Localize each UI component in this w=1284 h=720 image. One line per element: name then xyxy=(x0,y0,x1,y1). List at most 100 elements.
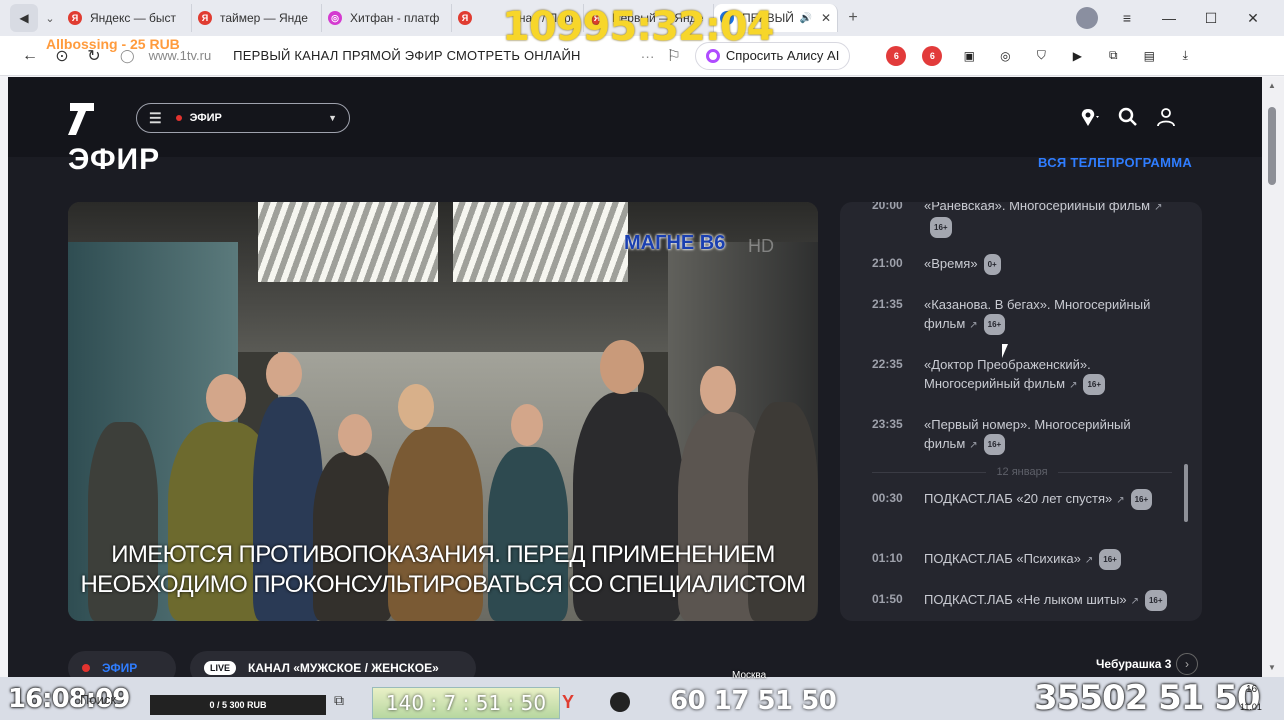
user-icon[interactable] xyxy=(1156,107,1176,127)
scroll-down-icon[interactable]: ▼ xyxy=(1268,663,1276,672)
separator-line xyxy=(872,471,987,473)
external-link-icon[interactable]: ↗ xyxy=(1131,596,1139,607)
schedule-item[interactable]: 20:00 «Раневская». Многосерийный фильм ↗ 1… xyxy=(872,202,1182,238)
system-time[interactable]: 16 xyxy=(1246,684,1257,695)
hd-mark: HD xyxy=(748,236,774,256)
scrollbar-thumb[interactable] xyxy=(1268,107,1276,185)
donation-progress-bar: 0 / 5 300 RUB xyxy=(150,695,326,715)
schedule-scrollbar[interactable] xyxy=(1184,464,1188,522)
scroll-up-icon[interactable]: ▲ xyxy=(1268,81,1276,90)
extension-badge-icon[interactable]: 6 xyxy=(886,45,907,66)
schedule-item[interactable]: 21:35 «Казанова. В бегах». Многосерийный… xyxy=(872,295,1182,335)
video-extension-icon[interactable]: ▶ xyxy=(1064,43,1090,69)
video-person-head xyxy=(511,404,543,446)
schedule-item[interactable]: 22:35 «Доктор Преображенский». Многосери… xyxy=(872,355,1182,395)
full-schedule-link[interactable]: ВСЯ ТЕЛЕПРОГРАММА xyxy=(1038,155,1192,170)
menu-icon[interactable]: ≡ xyxy=(1106,10,1148,26)
maximize-icon[interactable]: ☐ xyxy=(1190,10,1232,27)
taskbar-search[interactable]: Поиск xyxy=(80,692,116,707)
schedule-title: «Первый номер». Многосерийный фильм xyxy=(924,417,1131,451)
mouse-cursor-icon xyxy=(1002,344,1014,358)
schedule-item[interactable]: 21:00 «Время» 0+ xyxy=(872,254,1182,275)
task-view-icon[interactable]: ⧉ xyxy=(334,692,344,709)
page-scrollbar[interactable]: ▲ ▼ xyxy=(1262,77,1284,677)
section-title: ЭФИР xyxy=(68,143,161,176)
tab-label: Яндекс — быст xyxy=(90,11,177,25)
schedule-time: 23:35 xyxy=(872,417,903,431)
efir-tab-label: ЭФИР xyxy=(102,661,138,675)
efir-channel-tab[interactable]: ЭФИР xyxy=(68,651,176,677)
system-date[interactable]: 11.01 xyxy=(1240,702,1262,712)
tab-audio-icon[interactable]: ◀ xyxy=(10,4,38,32)
external-link-icon[interactable]: ↗ xyxy=(1069,380,1077,391)
stream-timer-overlay: 10995:32:04 xyxy=(502,4,774,50)
ad-disclaimer-line: ИМЕЮТСЯ ПРОТИВОПОКАЗАНИЯ. ПЕРЕД ПРИМЕНЕН… xyxy=(111,541,775,568)
live-dot-icon xyxy=(82,664,90,672)
external-link-icon[interactable]: ↗ xyxy=(969,440,977,451)
close-tab-icon[interactable]: ✕ xyxy=(821,11,831,25)
schedule-time: 21:35 xyxy=(872,297,903,311)
close-window-icon[interactable]: ✕ xyxy=(1232,10,1274,27)
age-rating-badge: 16+ xyxy=(1099,549,1121,570)
tab-list-chevron-icon[interactable]: ⌄ xyxy=(38,4,62,32)
age-rating-badge: 16+ xyxy=(1083,374,1106,395)
schedule-time: 00:30 xyxy=(872,491,903,505)
live-dot-icon xyxy=(175,115,182,121)
city-label: Москва xyxy=(732,670,767,681)
schedule-item[interactable]: 23:35 «Первый номер». Многосерийный филь… xyxy=(872,415,1182,455)
donation-overlay: Allbossing - 25 RUB xyxy=(46,36,180,52)
sync-extension-icon[interactable]: ◎ xyxy=(992,43,1018,69)
schedule-time: 01:10 xyxy=(872,551,903,565)
external-link-icon[interactable]: ↗ xyxy=(1116,495,1124,506)
extension-badge-icon[interactable]: 6 xyxy=(922,45,943,66)
profile-avatar[interactable] xyxy=(1076,7,1098,29)
video-person-head xyxy=(398,384,434,430)
browser-tab[interactable]: ◎ Хитфан - платф xyxy=(322,4,452,32)
schedule-panel[interactable]: 20:00 «Раневская». Многосерийный фильм ↗1… xyxy=(840,202,1202,621)
search-icon[interactable] xyxy=(1118,107,1138,127)
live-video-player[interactable]: МАГНЕ В6 HD ИМЕЮТСЯ ПРОТИВОПОКАЗАНИЯ. ПЕ… xyxy=(68,202,818,621)
video-scene-light xyxy=(258,202,438,282)
age-rating-badge: 16+ xyxy=(930,217,952,238)
schedule-item[interactable]: 01:50 ПОДКАСТ.ЛАБ «Не лыком шиты» ↗ 16+ xyxy=(872,590,1182,611)
external-link-icon[interactable]: ↗ xyxy=(1154,202,1162,213)
schedule-item[interactable]: 00:30 ПОДКАСТ.ЛАБ «20 лет спустя» ↗ 16+ xyxy=(872,489,1182,510)
speaker-icon[interactable]: 🔊 xyxy=(800,13,812,24)
shield-icon[interactable]: ⛉ xyxy=(1028,43,1054,69)
back-arrow-icon[interactable]: ← xyxy=(14,40,46,72)
extensions-puzzle-icon[interactable]: ⧉ xyxy=(1100,43,1126,69)
channel-one-logo-icon[interactable] xyxy=(66,99,98,137)
channel-one-page: ☰ ЭФИР ▼ ЭФИР ВСЯ ТЕЛЕПРОГРАММА МАГНЕ В6… xyxy=(8,77,1262,677)
download-icon[interactable]: ⤓ xyxy=(1172,43,1198,69)
yandex-browser-icon[interactable]: Y xyxy=(562,692,574,713)
window-controls: ≡ — ☐ ✕ xyxy=(1076,0,1274,36)
schedule-title: «Казанова. В бегах». Многосерийный фильм xyxy=(924,297,1151,331)
browser-tab[interactable]: Я Яндекс — быст xyxy=(62,4,192,32)
tab-label: таймер — Янде xyxy=(220,11,308,25)
broadcast-menu-dropdown[interactable]: ☰ ЭФИР ▼ xyxy=(136,103,350,133)
age-rating-badge: 16+ xyxy=(1144,590,1167,611)
tab-label: Хитфан - платф xyxy=(350,11,440,25)
app-icon[interactable] xyxy=(610,692,630,712)
new-tab-button[interactable]: + xyxy=(838,4,868,32)
schedule-title: «Доктор Преображенский». Многосерийный ф… xyxy=(924,357,1091,391)
live-badge: LIVE xyxy=(204,661,237,675)
next-arrow-icon[interactable]: › xyxy=(1176,653,1198,675)
download-file-icon[interactable]: ▤ xyxy=(1136,43,1162,69)
minimize-icon[interactable]: — xyxy=(1148,10,1190,26)
external-link-icon[interactable]: ↗ xyxy=(1085,555,1093,566)
video-person-head xyxy=(338,414,372,456)
menu-label: ЭФИР xyxy=(189,112,222,124)
video-person-head xyxy=(700,366,736,414)
external-link-icon[interactable]: ↗ xyxy=(969,320,977,331)
video-scene-light xyxy=(453,202,628,282)
channel-tab[interactable]: LIVE КАНАЛ «МУЖСКОЕ / ЖЕНСКОЕ» xyxy=(190,651,476,677)
browser-tab[interactable]: Ятаймер — Янде xyxy=(192,4,322,32)
screenshot-extension-icon[interactable]: ▣ xyxy=(956,43,982,69)
age-rating-badge: 16+ xyxy=(983,314,1006,335)
counter-overlay: 60 17 51 50 xyxy=(670,686,837,716)
yandex-favicon-icon: Я xyxy=(198,11,212,25)
schedule-item[interactable]: 01:10 ПОДКАСТ.ЛАБ «Психика» ↗ 16+ xyxy=(872,549,1182,570)
location-pin-icon[interactable] xyxy=(1080,107,1102,129)
schedule-time: 22:35 xyxy=(872,357,903,371)
